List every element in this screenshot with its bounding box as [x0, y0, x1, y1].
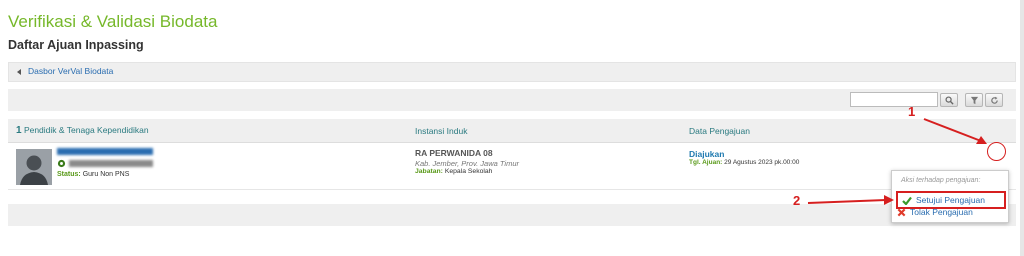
- page-title: Verifikasi & Validasi Biodata: [8, 12, 218, 31]
- table-footer: [8, 204, 1016, 226]
- annotation-step-1: 1: [908, 104, 916, 119]
- column-ptk[interactable]: 1 Pendidik & Tenaga Kependidikan: [16, 125, 149, 136]
- avatar: [16, 149, 52, 185]
- column-instansi[interactable]: Instansi Induk: [415, 126, 467, 136]
- status-line: Status: Guru Non PNS: [57, 171, 129, 178]
- caret-left-icon: [17, 69, 21, 75]
- redacted-nik: [69, 160, 153, 167]
- column-pengajuan[interactable]: Data Pengajuan: [689, 126, 750, 136]
- row-action-toggle[interactable]: [987, 142, 1006, 161]
- instansi-location: Kab. Jember, Prov. Jawa Timur: [415, 159, 519, 168]
- refresh-icon: [990, 96, 998, 104]
- menu-title: Aksi terhadap pengajuan:: [901, 177, 981, 184]
- filter-button[interactable]: [965, 93, 983, 107]
- pengajuan-date: Tgl. Ajuan: 29 Agustus 2023 pk.00:00: [689, 159, 799, 166]
- pengajuan-status: Diajukan: [689, 149, 725, 159]
- search-button[interactable]: [940, 93, 958, 107]
- tgl-value: 29 Agustus 2023 pk.00:00: [724, 159, 800, 166]
- tgl-label: Tgl. Ajuan:: [689, 159, 723, 166]
- search-input[interactable]: [850, 92, 938, 107]
- breadcrumb: Dasbor VerVal Biodata: [8, 62, 1016, 82]
- instansi-name: RA PERWANIDA 08: [415, 148, 493, 158]
- column-ptk-label: Pendidik & Tenaga Kependidikan: [23, 125, 149, 135]
- table-header: 1 Pendidik & Tenaga Kependidikan Instans…: [8, 119, 1016, 143]
- reject-submission-button[interactable]: Tolak Pengajuan: [897, 205, 973, 219]
- cross-icon: [897, 208, 906, 216]
- status-label: Status:: [57, 171, 81, 178]
- row-count: 1: [16, 125, 22, 136]
- redacted-name: [57, 148, 153, 155]
- table-row[interactable]: Status: Guru Non PNS RA PERWANIDA 08 Kab…: [8, 143, 1016, 190]
- table-toolbar: [8, 89, 1016, 111]
- page-subtitle: Daftar Ajuan Inpassing: [8, 38, 144, 52]
- checkmark-icon: [902, 196, 912, 205]
- jabatan-value: Kepala Sekolah: [444, 168, 493, 175]
- approve-label: Setujui Pengajuan: [916, 195, 986, 205]
- annotation-step-2: 2: [793, 193, 801, 208]
- reject-label: Tolak Pengajuan: [910, 207, 973, 217]
- scrollbar[interactable]: [1020, 0, 1024, 256]
- jabatan-label: Jabatan:: [415, 168, 443, 175]
- jabatan-line: Jabatan: Kepala Sekolah: [415, 168, 492, 175]
- back-to-dashboard-link[interactable]: Dasbor VerVal Biodata: [28, 66, 113, 76]
- magnifier-icon: [944, 95, 954, 105]
- refresh-button[interactable]: [985, 93, 1003, 107]
- gear-icon: [57, 159, 66, 168]
- user-silhouette-icon: [16, 149, 52, 185]
- status-value: Guru Non PNS: [82, 171, 130, 178]
- funnel-icon: [970, 96, 978, 104]
